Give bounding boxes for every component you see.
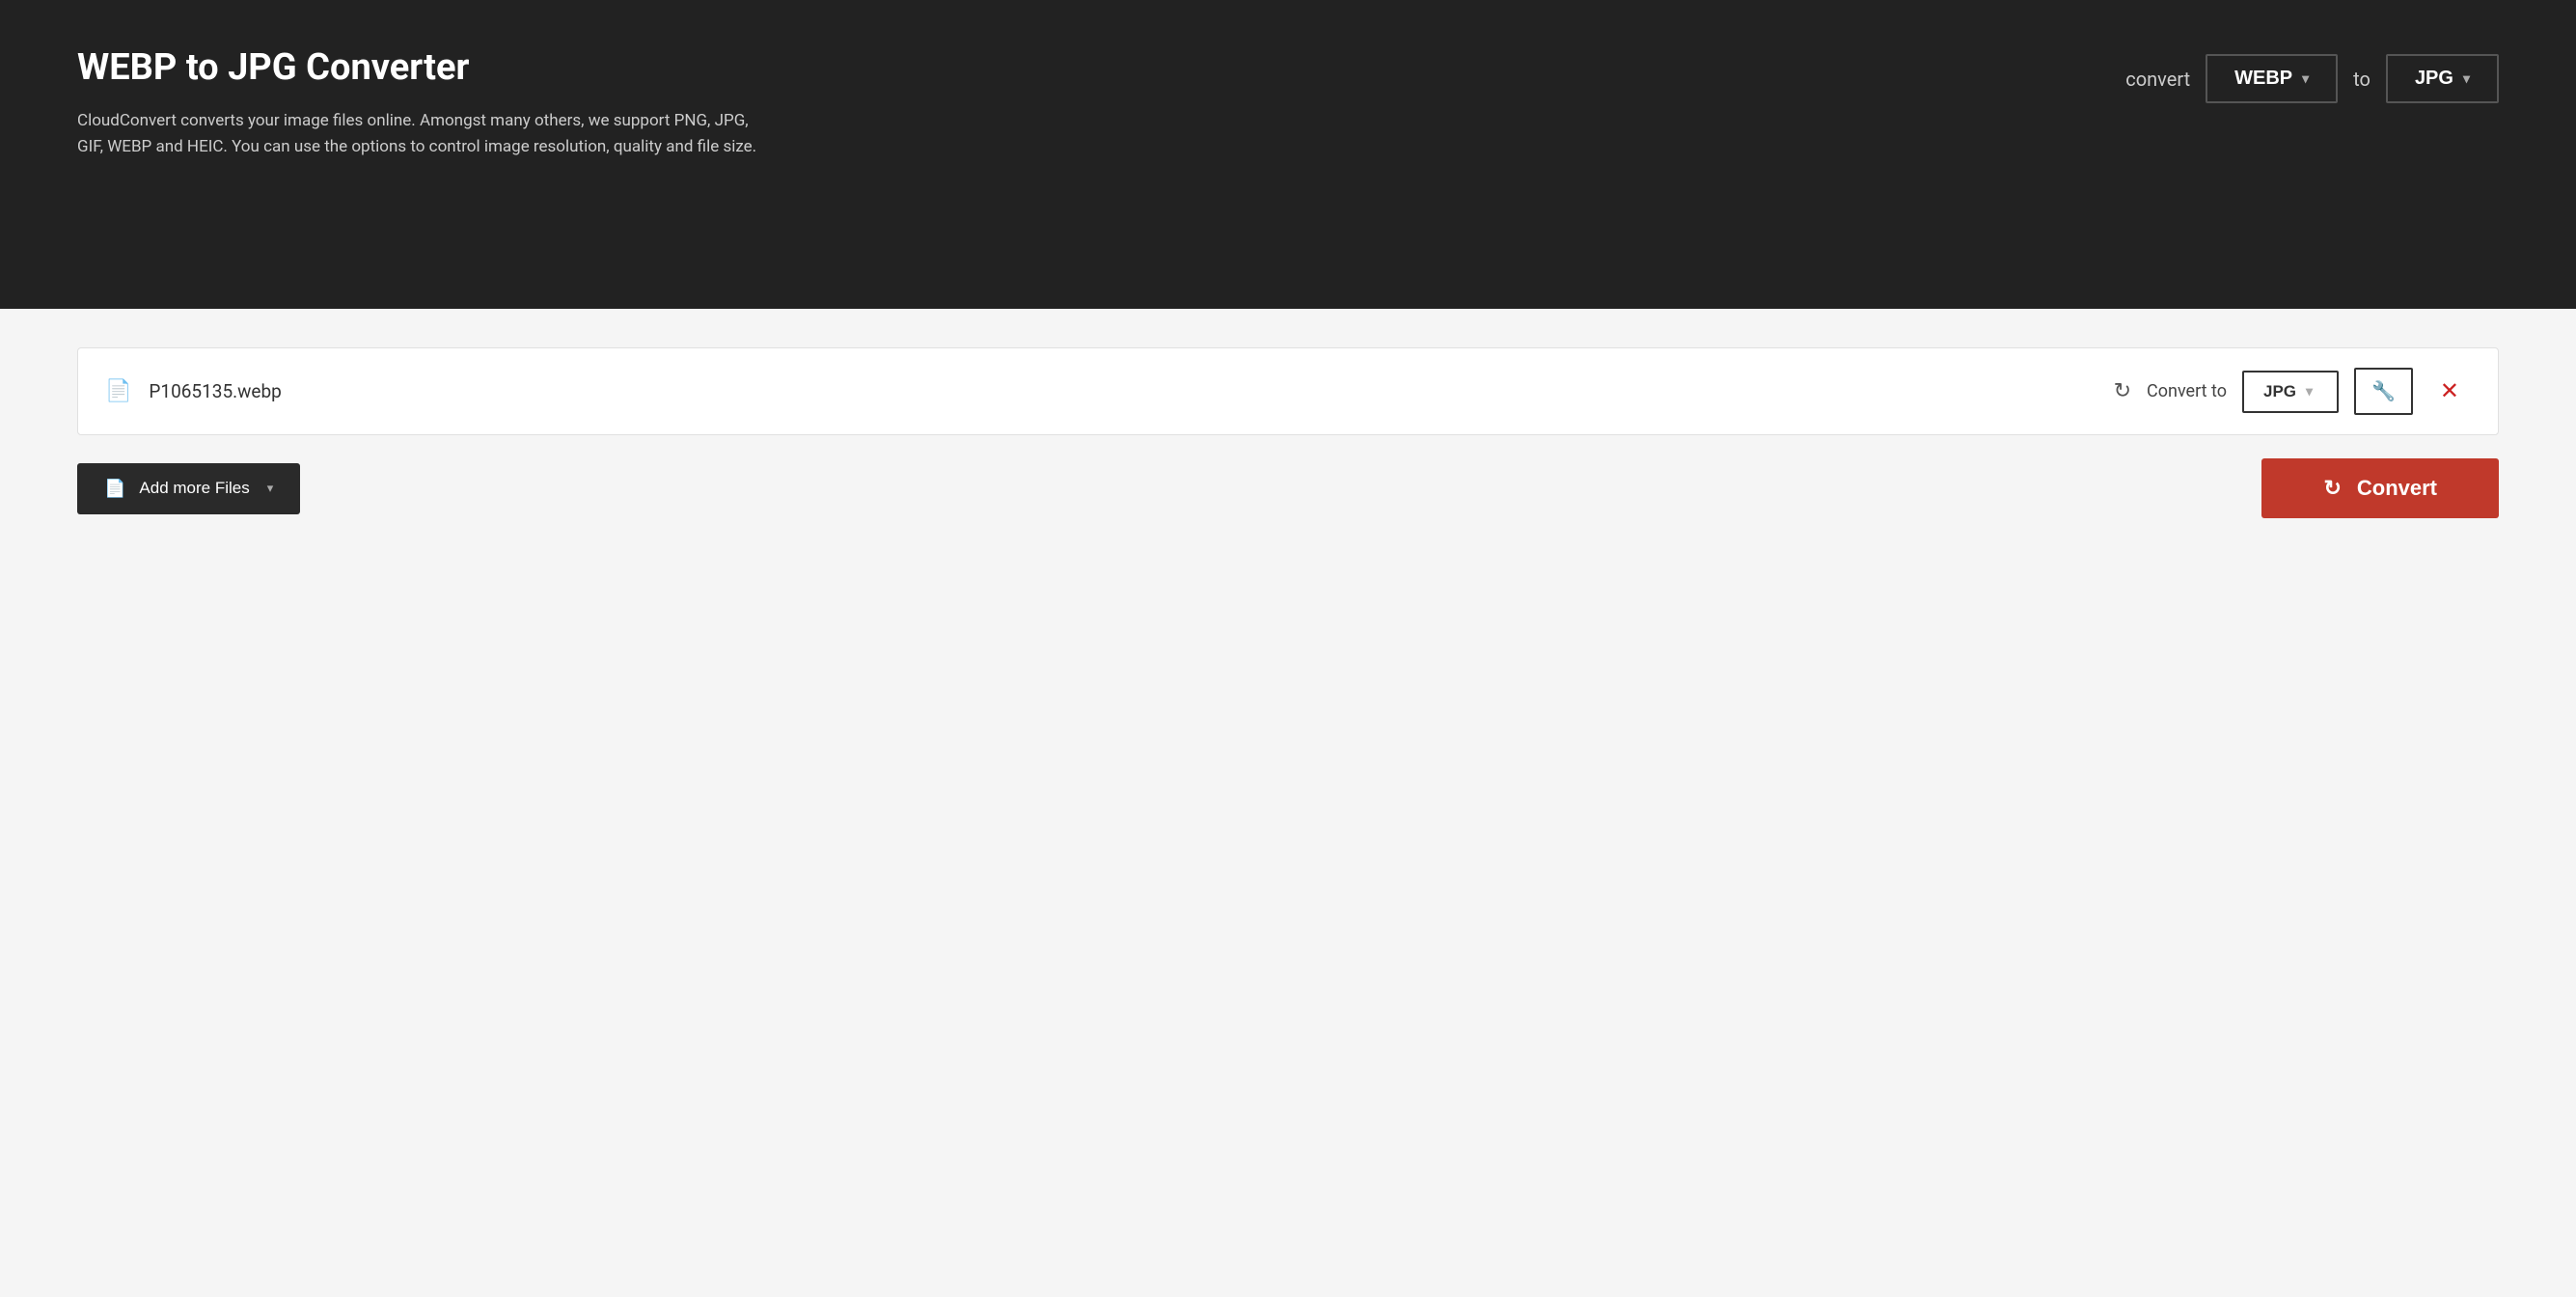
add-files-chevron-icon: ▾ (267, 481, 274, 496)
file-row: 📄 P1065135.webp ↻ Convert to JPG ▾ 🔧 ✕ (77, 347, 2499, 435)
page-title: WEBP to JPG Converter (77, 46, 772, 91)
file-name: P1065135.webp (149, 380, 2113, 402)
convert-to-section: ↻ Convert to JPG ▾ 🔧 (2114, 368, 2413, 415)
header-to-format-chevron-icon: ▾ (2463, 70, 2470, 87)
refresh-icon: ↻ (2114, 379, 2131, 403)
page-description: CloudConvert converts your image files o… (77, 108, 772, 160)
convert-label: Convert (2357, 476, 2437, 501)
wrench-icon: 🔧 (2371, 379, 2396, 403)
header-from-format-button[interactable]: WEBP ▾ (2206, 54, 2338, 103)
bottom-toolbar: 📄 Add more Files ▾ ↻ Convert (77, 458, 2499, 518)
file-format-chevron-icon: ▾ (2306, 383, 2313, 400)
header-left: WEBP to JPG Converter CloudConvert conve… (77, 46, 772, 160)
file-format-label: JPG (2263, 382, 2296, 401)
add-files-icon: 📄 (104, 479, 125, 499)
close-icon: ✕ (2440, 378, 2459, 404)
header-to-label: to (2353, 68, 2370, 91)
header-to-format-label: JPG (2415, 68, 2453, 90)
header-from-format-chevron-icon: ▾ (2302, 70, 2309, 87)
file-format-dropdown[interactable]: JPG ▾ (2242, 371, 2339, 413)
header-converter-controls: convert WEBP ▾ to JPG ▾ (2125, 54, 2499, 103)
header-from-format-label: WEBP (2234, 68, 2292, 90)
remove-file-button[interactable]: ✕ (2428, 373, 2471, 409)
header-to-format-button[interactable]: JPG ▾ (2386, 54, 2499, 103)
add-files-button[interactable]: 📄 Add more Files ▾ (77, 463, 300, 514)
file-icon: 📄 (105, 379, 131, 403)
page-header: WEBP to JPG Converter CloudConvert conve… (0, 0, 2576, 309)
settings-button[interactable]: 🔧 (2354, 368, 2413, 415)
main-content: 📄 P1065135.webp ↻ Convert to JPG ▾ 🔧 ✕ 📄… (0, 309, 2576, 1297)
convert-button[interactable]: ↻ Convert (2261, 458, 2499, 518)
convert-icon: ↻ (2323, 476, 2341, 501)
convert-to-label: Convert to (2147, 381, 2227, 401)
header-convert-label: convert (2125, 68, 2190, 91)
add-files-label: Add more Files (139, 479, 249, 498)
